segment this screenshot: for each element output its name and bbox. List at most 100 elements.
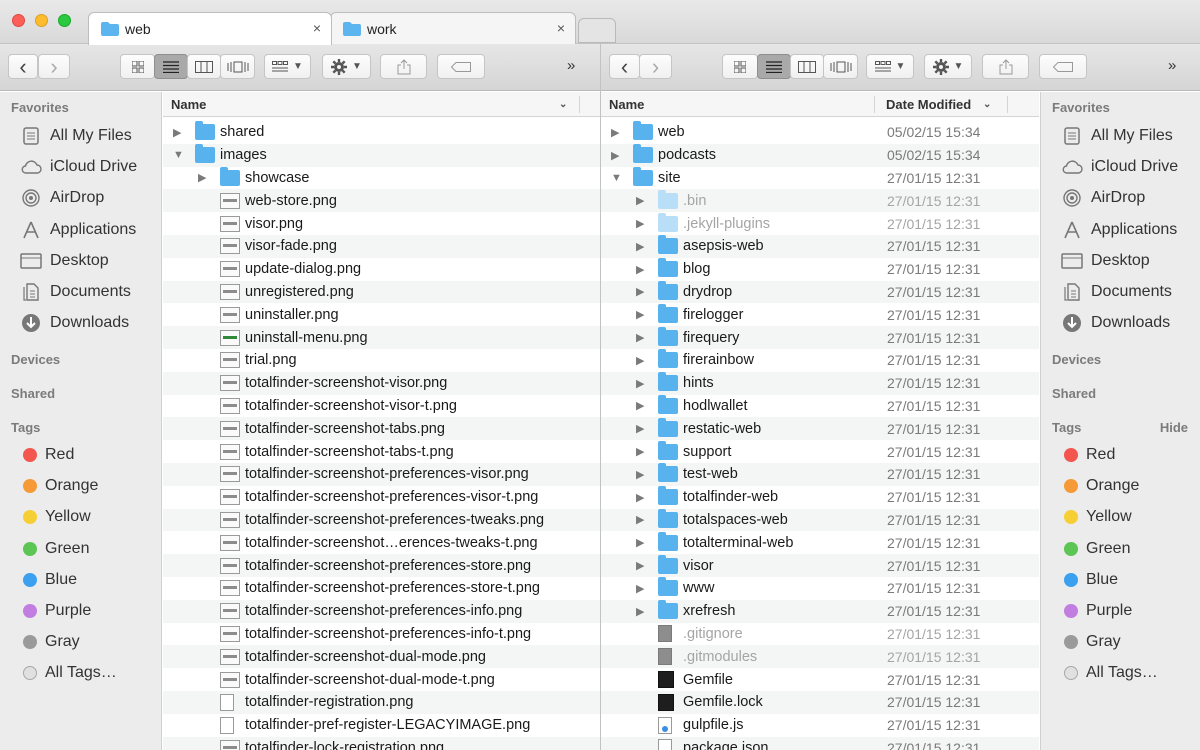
file-row[interactable]: web-store.png xyxy=(163,189,600,213)
file-row[interactable]: totalfinder-screenshot-tabs-t.png xyxy=(163,440,600,463)
tag-item-yellow[interactable]: Yellow xyxy=(20,505,91,529)
coverflow-view-button[interactable] xyxy=(823,54,858,79)
tag-item-all-tags-[interactable]: All Tags… xyxy=(20,661,117,685)
tag-item-purple[interactable]: Purple xyxy=(1061,599,1132,623)
disclosure-closed-icon[interactable]: ▶ xyxy=(636,399,644,412)
file-row[interactable]: totalfinder-screenshot-visor-t.png xyxy=(163,395,600,418)
file-row[interactable]: ▶ restatic-web 27/01/15 12:31 xyxy=(601,417,1039,441)
file-row[interactable]: .gitignore 27/01/15 12:31 xyxy=(601,623,1039,646)
file-row[interactable]: ▶ .bin 27/01/15 12:31 xyxy=(601,189,1039,213)
file-row[interactable]: visor-fade.png xyxy=(163,234,600,258)
file-row[interactable]: ▶ drydrop 27/01/15 12:31 xyxy=(601,280,1039,304)
disclosure-closed-icon[interactable]: ▶ xyxy=(636,605,644,618)
file-row[interactable]: totalfinder-screenshot-preferences-visor… xyxy=(163,486,600,509)
file-row[interactable]: ▶ test-web 27/01/15 12:31 xyxy=(601,462,1039,486)
name-column-header[interactable]: Name xyxy=(171,97,206,112)
tag-item-blue[interactable]: Blue xyxy=(1061,568,1118,592)
devices-heading[interactable]: Devices xyxy=(11,352,60,367)
share-button[interactable] xyxy=(380,54,427,79)
chevron-down-icon[interactable]: ⌄ xyxy=(559,99,567,110)
file-row[interactable]: totalfinder-screenshot-preferences-visor… xyxy=(163,462,600,486)
icon-view-button[interactable] xyxy=(722,54,758,79)
disclosure-open-icon[interactable]: ▼ xyxy=(173,149,184,161)
file-row[interactable]: ▶ firequery 27/01/15 12:31 xyxy=(601,326,1039,349)
maximize-window-button[interactable] xyxy=(58,14,71,27)
file-row[interactable]: ▼ images xyxy=(163,143,600,167)
new-tab-button[interactable] xyxy=(578,18,616,43)
list-view-button[interactable] xyxy=(154,54,188,79)
sidebar-item-applications[interactable]: Applications xyxy=(1061,218,1177,242)
icon-view-button[interactable] xyxy=(120,54,155,79)
forward-button[interactable]: › xyxy=(639,54,672,79)
close-tab-icon[interactable]: × xyxy=(313,20,321,36)
back-button[interactable]: ‹ xyxy=(609,54,640,79)
file-row[interactable]: uninstaller.png xyxy=(163,303,600,326)
file-row[interactable]: Gemfile 27/01/15 12:31 xyxy=(601,668,1039,691)
sidebar-item-all-my-files[interactable]: All My Files xyxy=(20,124,132,148)
disclosure-closed-icon[interactable]: ▶ xyxy=(636,468,644,481)
file-row[interactable]: ▶ firerainbow 27/01/15 12:31 xyxy=(601,349,1039,372)
file-row[interactable]: ▶ firelogger 27/01/15 12:31 xyxy=(601,303,1039,326)
sidebar-item-desktop[interactable]: Desktop xyxy=(20,249,109,273)
tag-item-blue[interactable]: Blue xyxy=(20,568,77,592)
action-button[interactable]: ▼ xyxy=(924,54,972,79)
file-row[interactable]: totalfinder-screenshot-preferences-store… xyxy=(163,554,600,577)
file-row[interactable]: uninstall-menu.png xyxy=(163,326,600,349)
file-row[interactable]: ▶ totalspaces-web 27/01/15 12:31 xyxy=(601,508,1039,532)
file-row[interactable]: totalfinder-lock-registration.png xyxy=(163,736,600,750)
sidebar-item-all-my-files[interactable]: All My Files xyxy=(1061,124,1173,148)
coverflow-view-button[interactable] xyxy=(220,54,255,79)
sidebar-item-airdrop[interactable]: AirDrop xyxy=(20,186,104,210)
file-row[interactable]: totalfinder-screenshot-preferences-tweak… xyxy=(163,508,600,532)
sidebar-item-documents[interactable]: Documents xyxy=(1061,280,1172,304)
file-row[interactable]: .gitmodules 27/01/15 12:31 xyxy=(601,645,1039,669)
disclosure-open-icon[interactable]: ▼ xyxy=(611,172,622,184)
more-toolbar-icon[interactable]: » xyxy=(1168,57,1176,74)
tag-item-green[interactable]: Green xyxy=(1061,537,1130,561)
file-row[interactable]: totalfinder-pref-register-LEGACYIMAGE.pn… xyxy=(163,714,600,737)
file-row[interactable]: totalfinder-screenshot-preferences-store… xyxy=(163,577,600,600)
file-row[interactable]: ▶ totalfinder-web 27/01/15 12:31 xyxy=(601,486,1039,509)
action-button[interactable]: ▼ xyxy=(322,54,371,79)
date-modified-column-header[interactable]: Date Modified xyxy=(886,97,971,112)
shared-heading[interactable]: Shared xyxy=(11,386,55,401)
file-row[interactable]: ▶ visor 27/01/15 12:31 xyxy=(601,554,1039,577)
disclosure-closed-icon[interactable]: ▶ xyxy=(636,285,644,298)
disclosure-closed-icon[interactable]: ▶ xyxy=(636,491,644,504)
tag-item-yellow[interactable]: Yellow xyxy=(1061,505,1132,529)
tag-item-gray[interactable]: Gray xyxy=(20,630,80,654)
file-row[interactable]: ▶ www 27/01/15 12:31 xyxy=(601,577,1039,600)
shared-heading[interactable]: Shared xyxy=(1052,386,1096,401)
column-separator[interactable] xyxy=(579,96,580,113)
disclosure-closed-icon[interactable]: ▶ xyxy=(198,171,206,184)
sidebar-item-icloud-drive[interactable]: iCloud Drive xyxy=(20,155,137,179)
file-row[interactable]: ▶ xrefresh 27/01/15 12:31 xyxy=(601,599,1039,623)
file-row[interactable]: totalfinder-registration.png xyxy=(163,690,600,714)
file-row[interactable]: ▶ hints 27/01/15 12:31 xyxy=(601,371,1039,395)
file-row[interactable]: totalfinder-screenshot-dual-mode.png xyxy=(163,645,600,669)
file-row[interactable]: ▶ podcasts 05/02/15 15:34 xyxy=(601,143,1039,167)
disclosure-closed-icon[interactable]: ▶ xyxy=(611,126,619,139)
file-row[interactable]: Gemfile.lock 27/01/15 12:31 xyxy=(601,690,1039,714)
file-row[interactable]: ▶ totalterminal-web 27/01/15 12:31 xyxy=(601,531,1039,554)
tab-web[interactable]: web × xyxy=(88,12,332,45)
tag-button[interactable] xyxy=(1039,54,1087,79)
name-column-header[interactable]: Name xyxy=(609,97,644,112)
file-row[interactable]: totalfinder-screenshot-dual-mode-t.png xyxy=(163,668,600,691)
file-row[interactable]: ▶ showcase xyxy=(163,166,600,190)
file-row[interactable]: ▶ blog 27/01/15 12:31 xyxy=(601,258,1039,281)
disclosure-closed-icon[interactable]: ▶ xyxy=(636,194,644,207)
disclosure-closed-icon[interactable]: ▶ xyxy=(636,582,644,595)
hide-tags-button[interactable]: Hide xyxy=(1160,420,1188,435)
file-row[interactable]: totalfinder-screenshot-tabs.png xyxy=(163,417,600,441)
tag-item-red[interactable]: Red xyxy=(1061,443,1115,467)
disclosure-closed-icon[interactable]: ▶ xyxy=(636,263,644,276)
disclosure-closed-icon[interactable]: ▶ xyxy=(636,217,644,230)
close-window-button[interactable] xyxy=(12,14,25,27)
file-row[interactable]: ▶ support 27/01/15 12:31 xyxy=(601,440,1039,463)
disclosure-closed-icon[interactable]: ▶ xyxy=(636,331,644,344)
sidebar-item-downloads[interactable]: Downloads xyxy=(1061,311,1170,335)
chevron-down-icon[interactable]: ⌄ xyxy=(983,99,991,110)
tag-item-all-tags-[interactable]: All Tags… xyxy=(1061,661,1158,685)
file-row[interactable]: gulpfile.js 27/01/15 12:31 xyxy=(601,714,1039,737)
